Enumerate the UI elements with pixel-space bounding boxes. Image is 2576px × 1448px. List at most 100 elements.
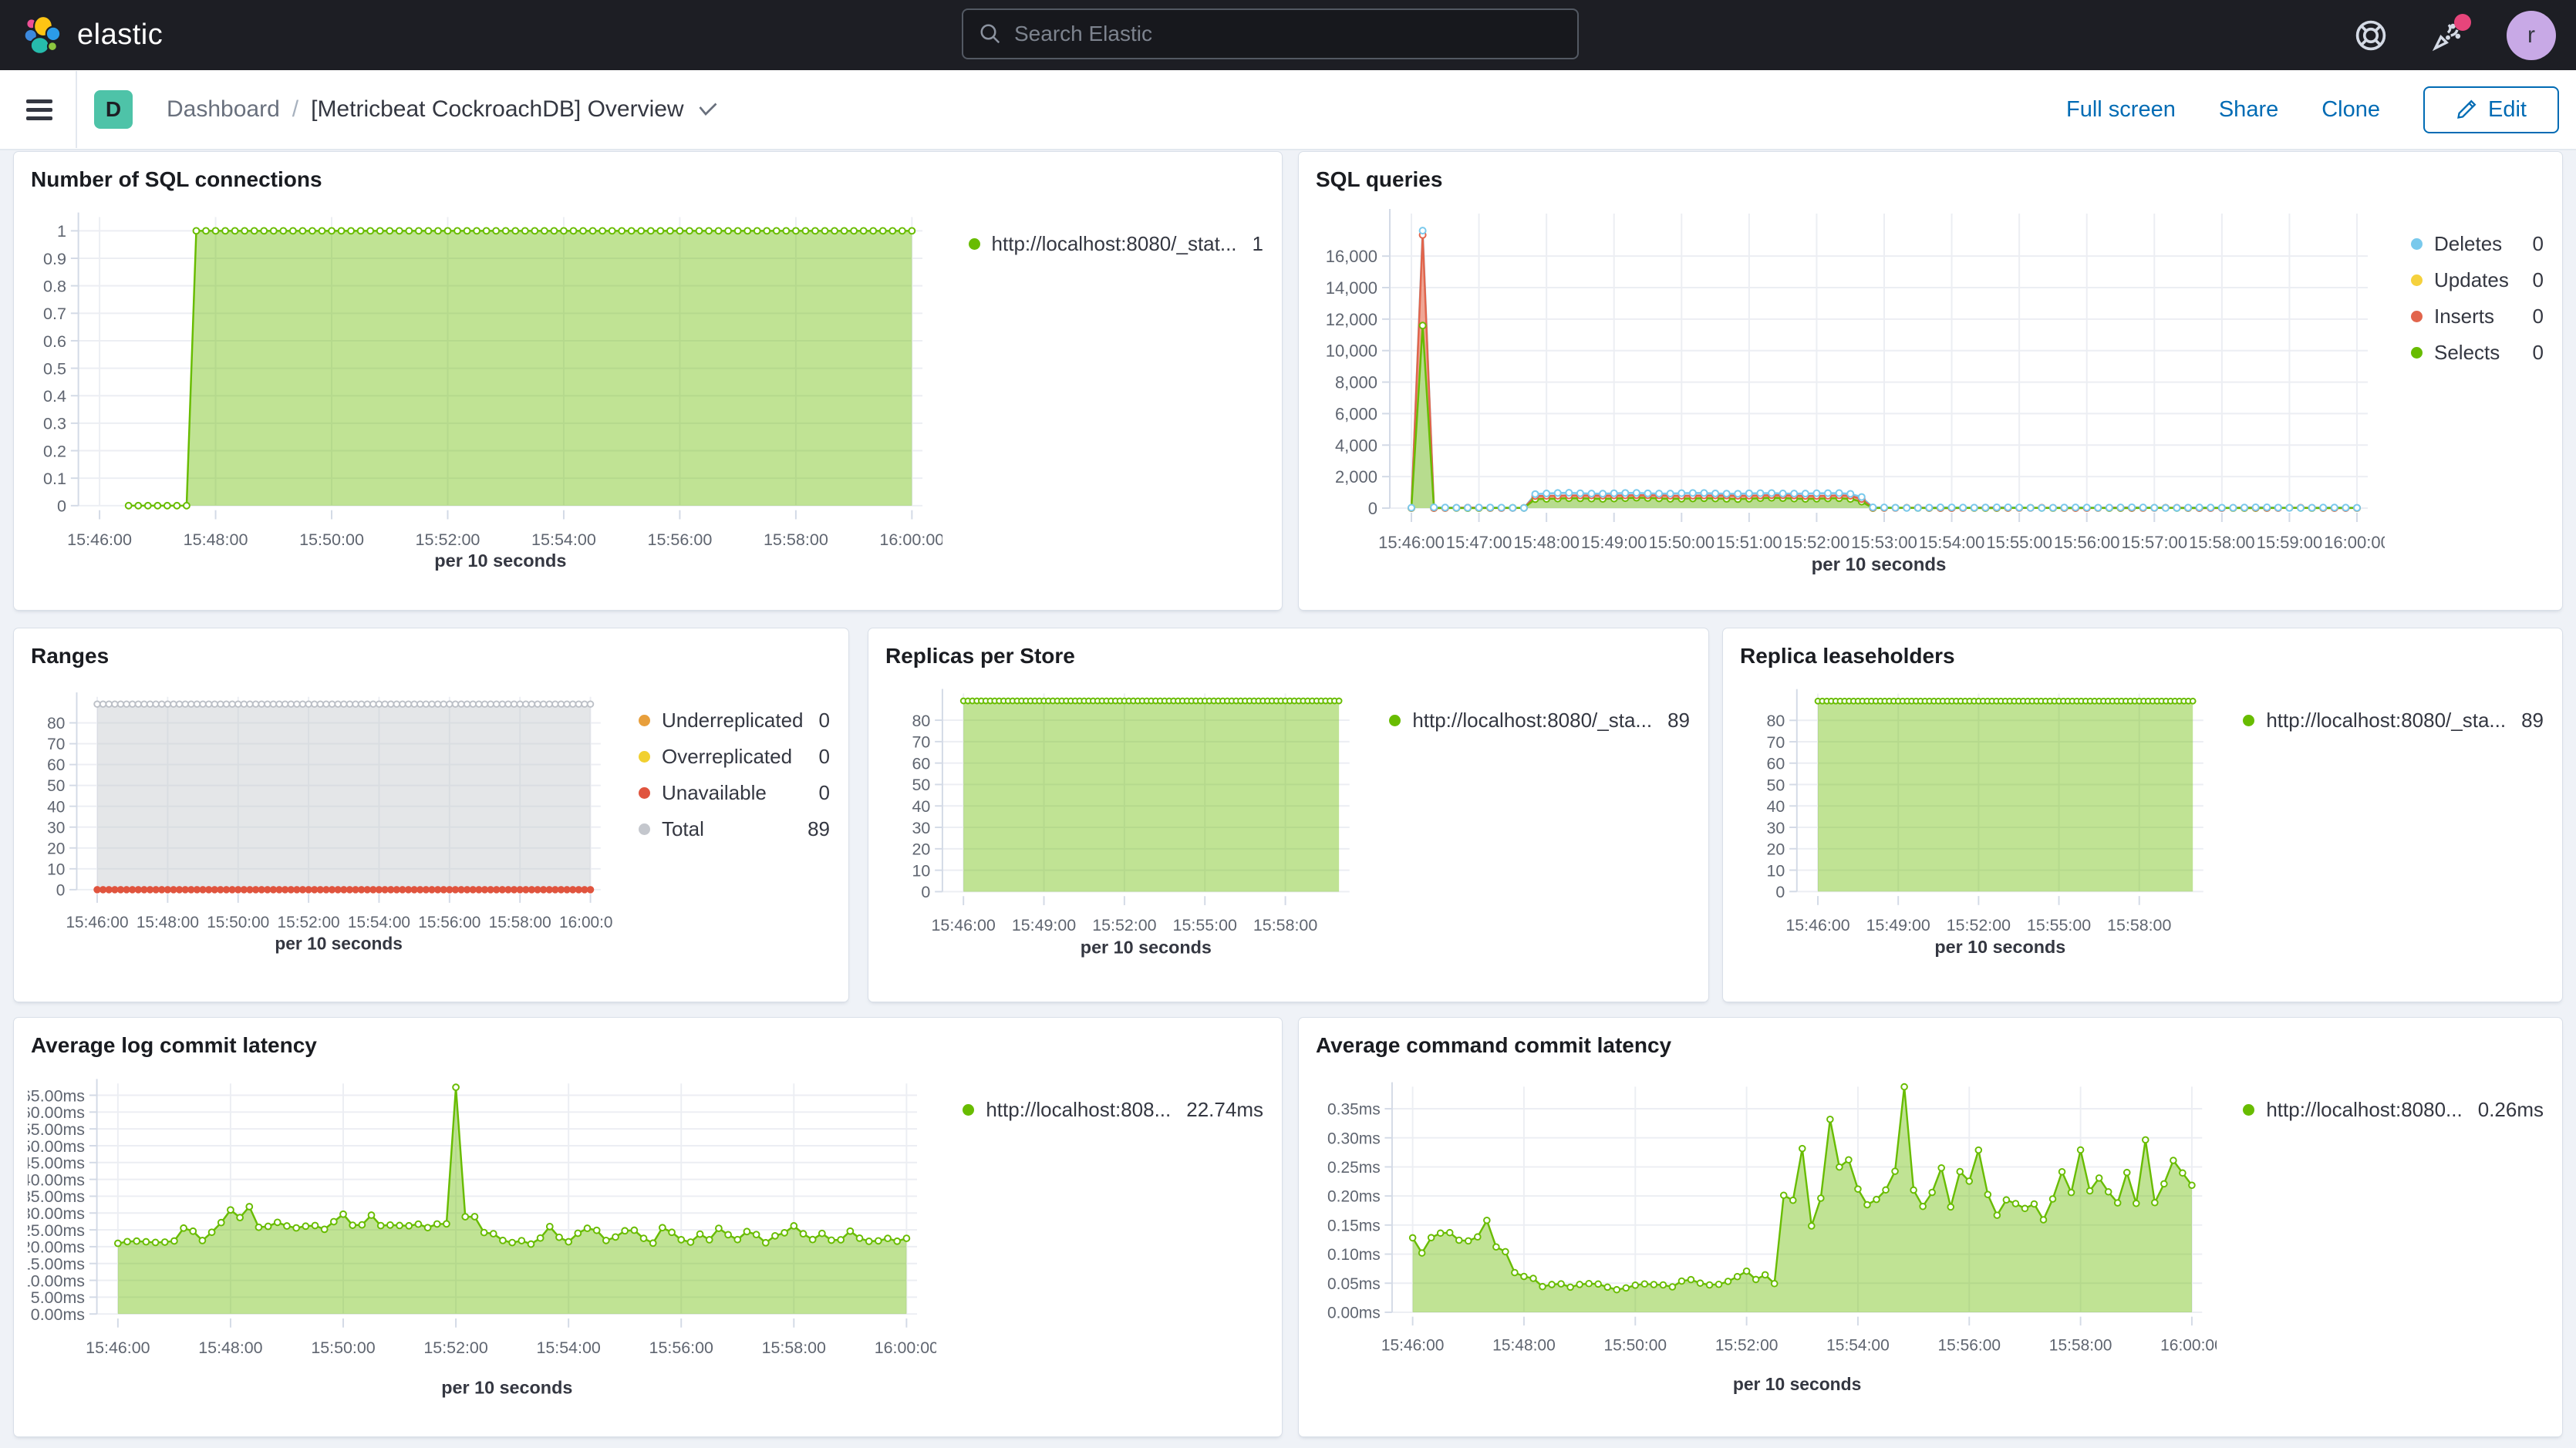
svg-text:16:00:00: 16:00:00 [875, 1339, 937, 1357]
svg-text:15:47:00: 15:47:00 [1446, 533, 1512, 552]
legend-label: http://localhost:8080... [2266, 1098, 2462, 1122]
legend-dot [639, 823, 650, 835]
svg-text:per 10 seconds: per 10 seconds [434, 551, 566, 571]
svg-text:15:46:00: 15:46:00 [1378, 533, 1445, 552]
svg-text:60: 60 [912, 754, 931, 773]
full-screen-button[interactable]: Full screen [2066, 97, 2176, 123]
global-search-input[interactable]: Search Elastic [962, 8, 1579, 59]
legend-item[interactable]: Overreplicated0 [639, 739, 835, 775]
legend-item[interactable]: Selects0 [2411, 335, 2548, 371]
panel-4: Replica leaseholders15:46:0015:49:0015:5… [1722, 628, 2563, 1002]
legend-item[interactable]: http://localhost:8080...0.26ms [2243, 1092, 2548, 1128]
legend-item[interactable]: http://localhost:808...22.74ms [963, 1092, 1268, 1128]
legend-value: 0 [2517, 232, 2548, 256]
svg-text:15:59:00: 15:59:00 [2257, 533, 2323, 552]
legend-item[interactable]: Updates0 [2411, 262, 2548, 298]
svg-text:35.00ms: 35.00ms [28, 1187, 85, 1206]
chevron-down-icon[interactable] [696, 101, 720, 118]
chart-1[interactable]: 15:46:0015:47:0015:48:0015:49:0015:50:00… [1313, 192, 2385, 581]
share-button[interactable]: Share [2219, 97, 2278, 123]
svg-text:40: 40 [912, 797, 931, 816]
svg-text:15:48:00: 15:48:00 [1492, 1337, 1556, 1355]
legend-item[interactable]: http://localhost:8080/_sta...89 [2243, 702, 2548, 739]
svg-text:per 10 seconds: per 10 seconds [1081, 937, 1212, 957]
svg-text:16:00:00: 16:00:00 [879, 530, 942, 549]
svg-text:80: 80 [47, 715, 65, 732]
legend-item[interactable]: http://localhost:8080/_stat...1 [969, 226, 1268, 262]
pencil-icon [2456, 99, 2477, 120]
svg-text:15:50:00: 15:50:00 [299, 530, 364, 549]
svg-text:15:46:00: 15:46:00 [86, 1339, 150, 1357]
chart-5[interactable]: 15:46:0015:48:0015:50:0015:52:0015:54:00… [28, 1058, 936, 1409]
menu-icon[interactable] [26, 95, 52, 125]
clone-button[interactable]: Clone [2321, 97, 2380, 123]
space-avatar[interactable]: D [94, 90, 133, 129]
chart-3[interactable]: 15:46:0015:49:0015:52:0015:55:0015:58:00… [882, 668, 1363, 968]
svg-text:55.00ms: 55.00ms [28, 1120, 85, 1139]
chart-6[interactable]: 15:46:0015:48:0015:50:0015:52:0015:54:00… [1313, 1058, 2217, 1409]
legend-value: 0 [2517, 341, 2548, 365]
legend-value: 0 [804, 781, 835, 805]
panel-title: Replica leaseholders [1723, 628, 2562, 668]
panel-title: Ranges [14, 628, 848, 668]
toolbar-actions: Full screen Share Clone Edit [2066, 86, 2559, 133]
svg-text:8,000: 8,000 [1335, 373, 1377, 392]
legend-dot [2411, 311, 2423, 322]
svg-text:0.10ms: 0.10ms [1327, 1246, 1381, 1264]
legend-label: http://localhost:8080/_sta... [1412, 709, 1652, 732]
user-avatar[interactable]: r [2507, 11, 2556, 60]
svg-text:80: 80 [912, 712, 931, 730]
newsfeed-icon[interactable] [2429, 17, 2466, 54]
svg-text:10,000: 10,000 [1326, 342, 1377, 361]
svg-text:15.00ms: 15.00ms [28, 1255, 85, 1274]
svg-text:50: 50 [912, 776, 931, 794]
legend-item[interactable]: Total89 [639, 811, 835, 847]
legend-label: Underreplicated [662, 709, 804, 732]
chart-0[interactable]: 15:46:0015:48:0015:50:0015:52:0015:54:00… [28, 192, 942, 581]
svg-text:15:46:00: 15:46:00 [67, 530, 132, 549]
legend-item[interactable]: Underreplicated0 [639, 702, 835, 739]
svg-text:50.00ms: 50.00ms [28, 1137, 85, 1156]
edit-button[interactable]: Edit [2423, 86, 2559, 133]
svg-text:15:54:00: 15:54:00 [536, 1339, 600, 1357]
svg-text:15:50:00: 15:50:00 [1648, 533, 1715, 552]
svg-text:0: 0 [1368, 499, 1377, 518]
svg-text:0.4: 0.4 [43, 386, 66, 406]
svg-text:45.00ms: 45.00ms [28, 1154, 85, 1173]
legend-item[interactable]: Inserts0 [2411, 298, 2548, 335]
svg-text:15:46:00: 15:46:00 [66, 914, 128, 931]
svg-text:0.2: 0.2 [43, 441, 66, 460]
svg-text:60.00ms: 60.00ms [28, 1103, 85, 1122]
svg-text:0.30ms: 0.30ms [1327, 1130, 1381, 1147]
chart-2[interactable]: 15:46:0015:48:0015:50:0015:52:0015:54:00… [28, 668, 612, 968]
svg-text:50: 50 [1766, 776, 1785, 794]
svg-text:15:46:00: 15:46:00 [1785, 916, 1849, 934]
chart-legend: http://localhost:8080...0.26ms [2217, 1058, 2548, 1409]
elastic-logo-icon [23, 15, 63, 56]
svg-text:6,000: 6,000 [1335, 404, 1377, 423]
legend-label: Updates [2434, 268, 2509, 292]
chart-4[interactable]: 15:46:0015:49:0015:52:0015:55:0015:58:00… [1737, 668, 2217, 968]
legend-label: http://localhost:8080/_sta... [2266, 709, 2506, 732]
svg-text:0.25ms: 0.25ms [1327, 1159, 1381, 1177]
panel-body: 15:46:0015:47:0015:48:0015:49:0015:50:00… [1299, 192, 2562, 581]
legend-value: 89 [792, 817, 835, 841]
svg-text:20.00ms: 20.00ms [28, 1238, 85, 1257]
svg-text:15:46:00: 15:46:00 [1381, 1337, 1445, 1355]
help-icon[interactable] [2352, 17, 2389, 54]
legend-value: 89 [2506, 709, 2548, 732]
legend-item[interactable]: Deletes0 [2411, 226, 2548, 262]
elastic-logo[interactable]: elastic [23, 15, 163, 56]
svg-text:50: 50 [47, 777, 65, 795]
legend-item[interactable]: http://localhost:8080/_sta...89 [1389, 702, 1694, 739]
svg-text:15:53:00: 15:53:00 [1851, 533, 1917, 552]
panel-title: Replicas per Store [868, 628, 1708, 668]
breadcrumb-separator: / [292, 96, 298, 123]
breadcrumb-dashboard-link[interactable]: Dashboard [167, 96, 280, 123]
chart-legend: Underreplicated0Overreplicated0Unavailab… [612, 668, 835, 968]
legend-item[interactable]: Unavailable0 [639, 775, 835, 811]
chart-legend: http://localhost:8080/_stat...1 [942, 192, 1268, 581]
svg-text:15:54:00: 15:54:00 [348, 914, 410, 931]
svg-text:per 10 seconds: per 10 seconds [1733, 1374, 1861, 1394]
legend-dot [2411, 347, 2423, 359]
